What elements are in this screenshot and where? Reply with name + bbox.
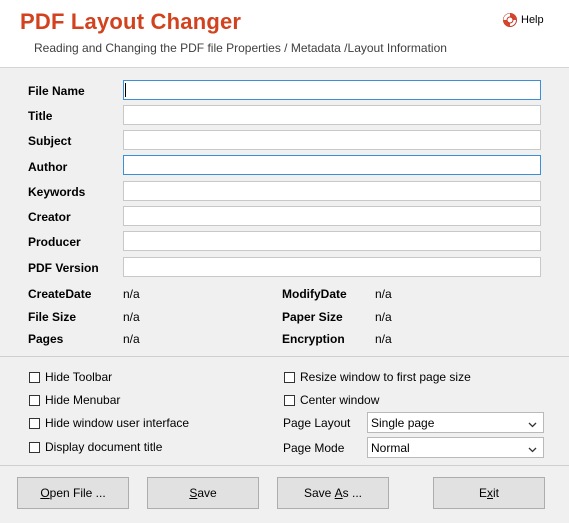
paper-size-label: Paper Size [282, 310, 343, 324]
subject-input[interactable] [123, 130, 541, 150]
open-file-button[interactable]: Open File ... [17, 477, 129, 509]
lifebuoy-icon [502, 12, 518, 28]
exit-button[interactable]: Ex it [433, 477, 545, 509]
save-label-rest: ave [197, 486, 217, 500]
pages-value: n/a [123, 332, 140, 346]
save-mnemonic: S [189, 486, 198, 500]
producer-label: Producer [28, 235, 81, 249]
app-window: PDF Layout Changer Reading and Changing … [0, 0, 569, 523]
open-file-mnemonic: O [40, 486, 50, 500]
page-mode-value: Normal [371, 440, 410, 455]
buttons-divider [0, 465, 569, 466]
page-layout-select[interactable]: Single page [367, 412, 544, 433]
help-link[interactable]: Help [502, 12, 544, 28]
keywords-input[interactable] [123, 181, 541, 201]
producer-input[interactable] [123, 231, 541, 251]
text-caret [125, 83, 126, 97]
file-name-input[interactable] [123, 80, 541, 100]
checkbox-box [284, 394, 295, 406]
file-name-label: File Name [28, 84, 85, 98]
create-date-label: CreateDate [28, 287, 92, 301]
chevron-down-icon [528, 418, 537, 432]
modify-date-value: n/a [375, 287, 392, 301]
title-label: Title [28, 109, 53, 123]
file-size-label: File Size [28, 310, 77, 324]
pages-label: Pages [28, 332, 64, 346]
file-size-value: n/a [123, 310, 140, 324]
creator-input[interactable] [123, 206, 541, 226]
checkbox-box [29, 394, 40, 406]
creator-label: Creator [28, 210, 71, 224]
display-doc-title-checkbox[interactable]: Display document title [29, 440, 162, 454]
hide-menubar-checkbox[interactable]: Hide Menubar [29, 393, 120, 407]
checkbox-box [29, 441, 40, 453]
resize-window-label: Resize window to first page size [300, 370, 471, 384]
checkbox-box [29, 371, 40, 383]
checkbox-box [284, 371, 295, 383]
pdf-version-input[interactable] [123, 257, 541, 277]
hide-menubar-label: Hide Menubar [45, 393, 121, 407]
hide-window-ui-label: Hide window user interface [45, 416, 190, 430]
section-divider [0, 356, 569, 357]
save-as-label-prefix: Save [303, 486, 335, 500]
chevron-down-icon [528, 443, 537, 457]
exit-label-rest: it [493, 486, 499, 500]
subject-label: Subject [28, 134, 72, 148]
encryption-value: n/a [375, 332, 392, 346]
paper-size-value: n/a [375, 310, 392, 324]
hide-toolbar-label: Hide Toolbar [45, 370, 113, 384]
app-subtitle: Reading and Changing the PDF file Proper… [34, 41, 447, 55]
display-doc-title-label: Display document title [45, 440, 163, 454]
save-button[interactable]: Save [147, 477, 259, 509]
page-mode-label: Page Mode [283, 441, 345, 455]
encryption-label: Encryption [282, 332, 345, 346]
save-as-mnemonic: A [334, 486, 343, 500]
title-input[interactable] [123, 105, 541, 125]
create-date-value: n/a [123, 287, 140, 301]
author-input[interactable] [123, 155, 541, 175]
page-layout-value: Single page [371, 415, 435, 430]
modify-date-label: ModifyDate [282, 287, 347, 301]
checkbox-box [29, 417, 40, 429]
open-file-label-rest: pen File ... [49, 486, 106, 500]
app-title: PDF Layout Changer [20, 9, 242, 34]
help-label: Help [521, 14, 544, 26]
resize-window-checkbox[interactable]: Resize window to first page size [284, 370, 471, 384]
pdf-version-label: PDF Version [28, 261, 99, 275]
exit-label-prefix: E [478, 486, 487, 500]
center-window-checkbox[interactable]: Center window [284, 393, 379, 407]
page-layout-label: Page Layout [283, 416, 351, 430]
header-panel: PDF Layout Changer Reading and Changing … [0, 0, 569, 68]
hide-toolbar-checkbox[interactable]: Hide Toolbar [29, 370, 112, 384]
save-as-label-rest: s ... [342, 486, 363, 500]
keywords-label: Keywords [28, 185, 86, 199]
save-as-button[interactable]: Save As ... [277, 477, 389, 509]
page-mode-select[interactable]: Normal [367, 437, 544, 458]
center-window-label: Center window [300, 393, 380, 407]
author-label: Author [28, 160, 68, 174]
hide-window-ui-checkbox[interactable]: Hide window user interface [29, 416, 189, 430]
